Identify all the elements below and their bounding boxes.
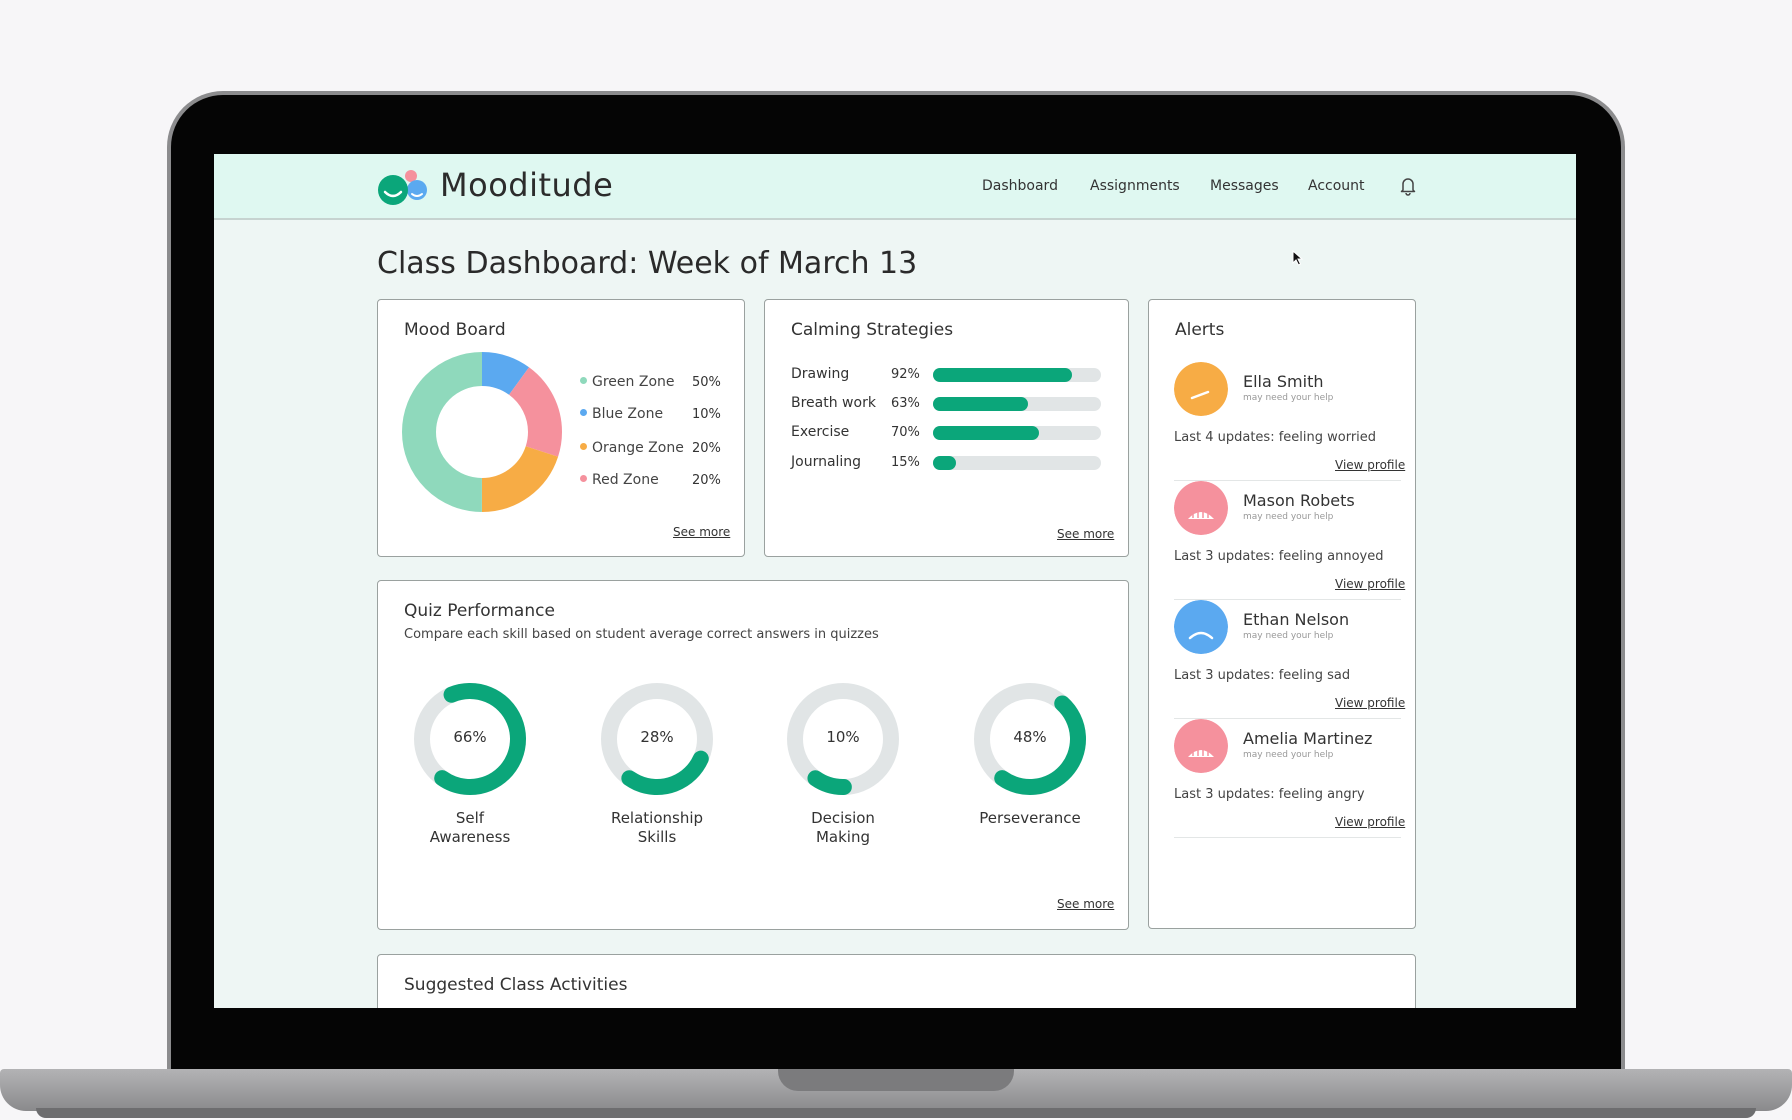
laptop-base-shadow <box>36 1108 1756 1118</box>
page-title: Class Dashboard: Week of March 13 <box>377 246 918 281</box>
skill-percentage: 66% <box>453 728 487 746</box>
strategy-value: 92% <box>891 367 920 382</box>
student-help-note: may need your help <box>1243 512 1334 522</box>
strategy-label: Breath work <box>791 395 876 411</box>
student-help-note: may need your help <box>1243 393 1334 403</box>
calming-see-more-link[interactable]: See more <box>1057 527 1114 541</box>
calming-strategies-title: Calming Strategies <box>791 320 954 340</box>
alert-divider <box>1174 837 1401 838</box>
quiz-performance-title: Quiz Performance <box>404 601 555 621</box>
mood-avatar-icon <box>1174 481 1228 535</box>
alerts-card: Alerts Ella Smith may need your help Last … <box>1148 299 1416 929</box>
student-name: Amelia Martinez <box>1243 729 1373 748</box>
legend-dot <box>580 442 587 450</box>
strategy-value: 70% <box>891 425 920 440</box>
legend-orange-zone: Orange Zone <box>580 440 684 456</box>
alert-divider <box>1174 480 1401 481</box>
quiz-performance-subtitle: Compare each skill based on student aver… <box>404 627 879 642</box>
legend-dot <box>580 474 587 482</box>
legend-label: Orange Zone <box>592 440 684 456</box>
skill-label: Relationship Skills <box>610 809 704 846</box>
mood-avatar-icon <box>1174 600 1228 654</box>
bell-icon[interactable] <box>1399 176 1417 196</box>
mooditude-logo-icon <box>378 170 427 205</box>
strategy-bar-fill <box>933 426 1039 440</box>
suggested-activities-card: Suggested Class Activities <box>377 954 1416 1008</box>
nav-dashboard[interactable]: Dashboard <box>982 178 1058 194</box>
legend-dot <box>580 408 587 416</box>
view-profile-link[interactable]: View profile <box>1335 696 1405 710</box>
legend-label: Blue Zone <box>592 406 664 422</box>
view-profile-link[interactable]: View profile <box>1335 815 1405 829</box>
strategy-bar-fill <box>933 368 1073 382</box>
student-update-text: Last 3 updates: feeling angry <box>1174 787 1365 802</box>
skill-percentage: 10% <box>826 728 860 746</box>
skill-percentage: 48% <box>1013 728 1047 746</box>
top-navigation-bar: Mooditude Dashboard Assignments Messages… <box>214 154 1576 220</box>
student-help-note: may need your help <box>1243 631 1334 641</box>
suggested-activities-title: Suggested Class Activities <box>404 975 628 995</box>
mood-board-see-more-link[interactable]: See more <box>673 525 730 539</box>
brand-name: Mooditude <box>440 166 614 204</box>
strategy-bar-track <box>933 397 1101 411</box>
legend-value: 20% <box>692 441 721 456</box>
alert-divider <box>1174 718 1401 719</box>
mood-avatar-icon <box>1174 362 1228 416</box>
strategy-label: Drawing <box>791 366 850 382</box>
alert-divider <box>1174 599 1401 600</box>
strategy-value: 63% <box>891 396 920 411</box>
skill-ring: 28% <box>597 679 717 799</box>
student-update-text: Last 3 updates: feeling sad <box>1174 668 1351 683</box>
student-name: Mason Robets <box>1243 491 1355 510</box>
skill-label: Decision Making <box>811 809 875 846</box>
skill-percentage: 28% <box>640 728 674 746</box>
mood-board-card: Mood Board Green Zone 50% Blue Zone 10% … <box>377 299 745 557</box>
student-update-text: Last 4 updates: feeling worried <box>1174 430 1377 445</box>
nav-messages[interactable]: Messages <box>1210 178 1279 194</box>
student-update-text: Last 3 updates: feeling annoyed <box>1174 549 1384 564</box>
alerts-title: Alerts <box>1175 320 1225 340</box>
legend-value: 50% <box>692 375 721 390</box>
strategy-value: 15% <box>891 455 920 470</box>
view-profile-link[interactable]: View profile <box>1335 577 1405 591</box>
nav-account[interactable]: Account <box>1308 178 1365 194</box>
strategy-bar-track <box>933 426 1101 440</box>
mood-donut-chart <box>402 352 562 512</box>
quiz-performance-card: Quiz Performance Compare each skill base… <box>377 580 1129 930</box>
strategy-label: Journaling <box>791 454 862 470</box>
nav-assignments[interactable]: Assignments <box>1090 178 1180 194</box>
legend-label: Red Zone <box>592 472 659 488</box>
legend-red-zone: Red Zone <box>580 472 659 488</box>
student-name: Ella Smith <box>1243 372 1324 391</box>
strategy-bar-track <box>933 456 1101 470</box>
legend-green-zone: Green Zone <box>580 374 675 390</box>
skill-ring: 66% <box>410 679 530 799</box>
laptop-mockup: Mooditude Dashboard Assignments Messages… <box>0 0 1792 1120</box>
app-screen: Mooditude Dashboard Assignments Messages… <box>214 154 1576 1008</box>
view-profile-link[interactable]: View profile <box>1335 458 1405 472</box>
strategy-bar-track <box>933 368 1101 382</box>
legend-value: 20% <box>692 473 721 488</box>
skill-ring: 10% <box>783 679 903 799</box>
skill-label: Perseverance <box>979 809 1081 827</box>
laptop-notch <box>778 1069 1014 1091</box>
legend-dot <box>580 376 587 384</box>
quiz-see-more-link[interactable]: See more <box>1057 897 1114 911</box>
skill-label: Self Awareness <box>429 809 511 846</box>
strategy-label: Exercise <box>791 424 850 440</box>
student-help-note: may need your help <box>1243 750 1334 760</box>
legend-blue-zone: Blue Zone <box>580 406 663 422</box>
mood-avatar-icon <box>1174 719 1228 773</box>
legend-label: Green Zone <box>592 374 675 390</box>
student-name: Ethan Nelson <box>1243 610 1350 629</box>
skill-ring: 48% <box>970 679 1090 799</box>
strategy-bar-fill <box>933 456 956 470</box>
strategy-bar-fill <box>933 397 1029 411</box>
mood-board-title: Mood Board <box>404 320 506 340</box>
calming-strategies-card: Calming Strategies Drawing 92% Breath work… <box>764 299 1129 557</box>
mouse-cursor-icon <box>1292 250 1304 266</box>
legend-value: 10% <box>692 407 721 422</box>
